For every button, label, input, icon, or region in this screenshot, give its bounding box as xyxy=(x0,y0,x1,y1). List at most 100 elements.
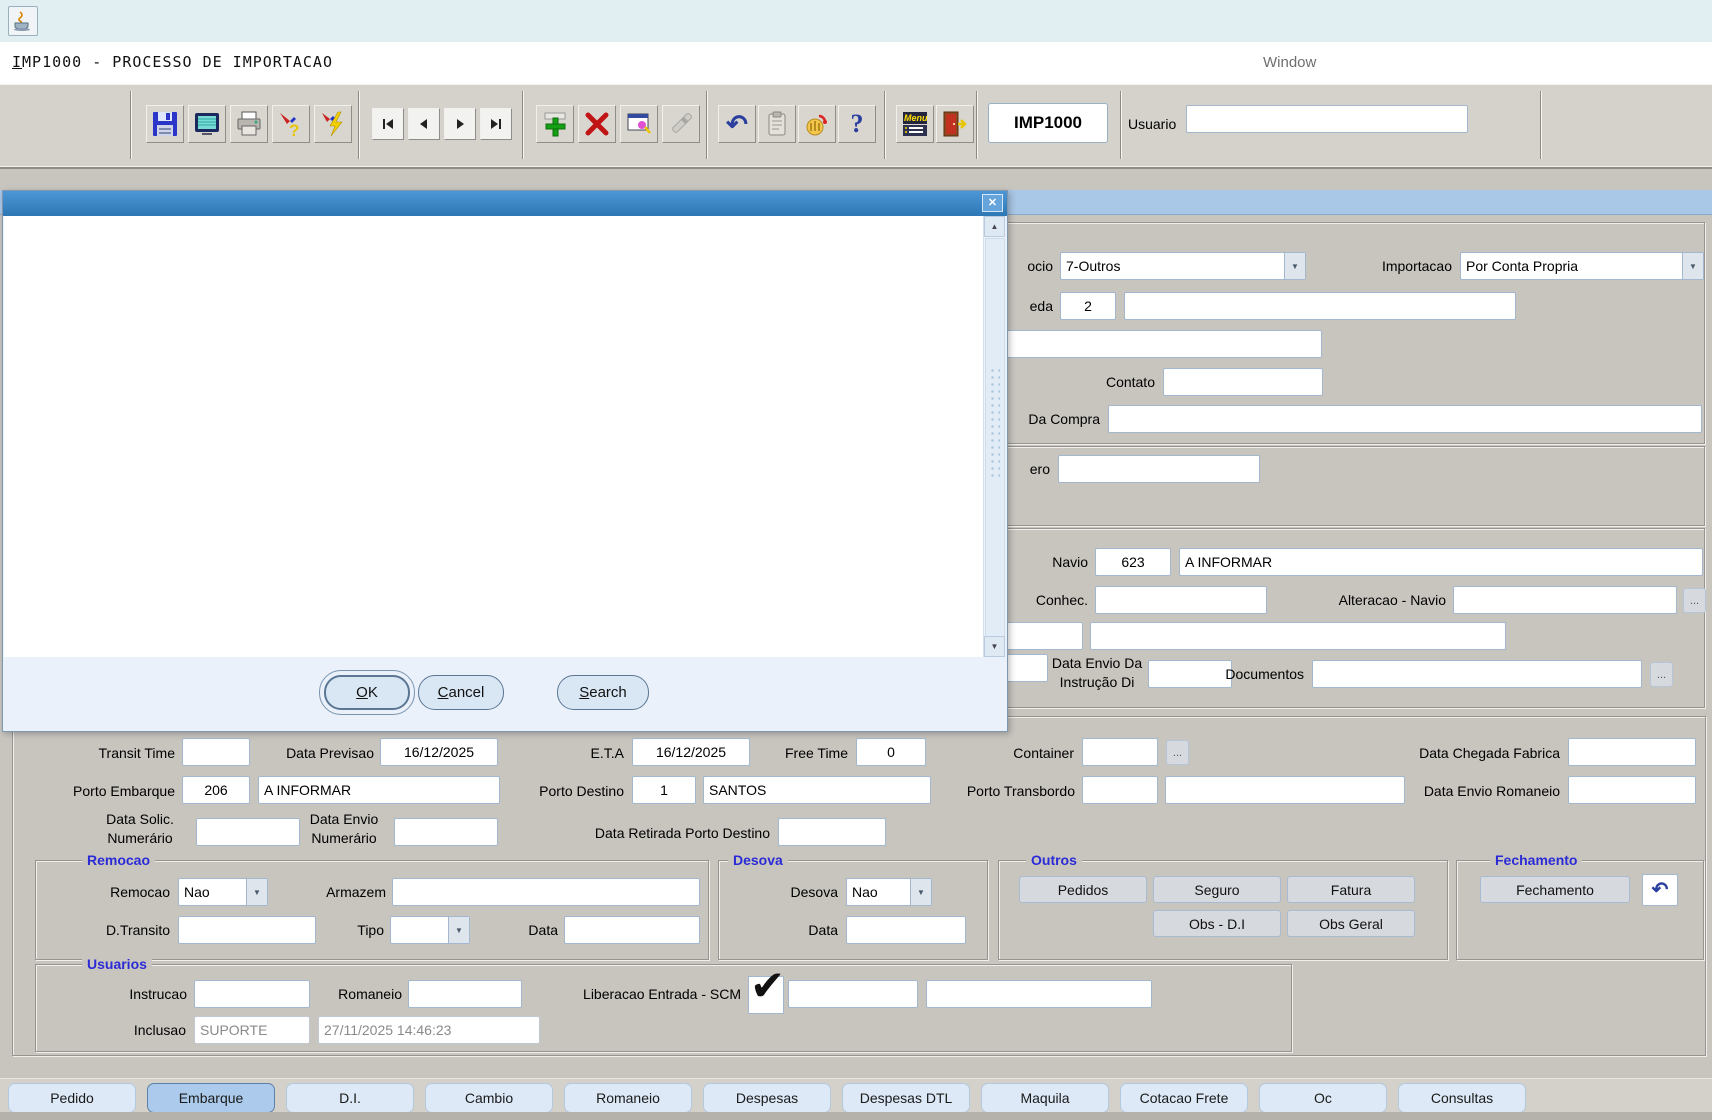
container-more-button[interactable]: ... xyxy=(1166,740,1189,765)
porto-embarque-code-input[interactable] xyxy=(182,776,250,804)
armazem-input[interactable] xyxy=(392,878,700,906)
numero-input[interactable] xyxy=(1058,455,1260,483)
porto-transbordo-code-input[interactable] xyxy=(1082,776,1158,804)
data-solic-numerario-input[interactable] xyxy=(196,818,300,846)
tab-despesas[interactable]: Despesas xyxy=(703,1083,831,1113)
tab-cambio[interactable]: Cambio xyxy=(425,1083,553,1113)
navio-code-input[interactable] xyxy=(1095,548,1171,576)
eta-input[interactable] xyxy=(632,738,750,766)
data-envio-numerario-input[interactable] xyxy=(394,818,498,846)
nav-prev-icon[interactable] xyxy=(408,108,440,140)
tab-oc[interactable]: Oc xyxy=(1259,1083,1387,1113)
contato-input[interactable] xyxy=(1163,368,1323,396)
help-icon[interactable]: ? xyxy=(838,105,876,143)
scrollbar-thumb[interactable] xyxy=(985,238,1005,637)
menu-icon[interactable]: Menu xyxy=(896,105,934,143)
scroll-up-icon[interactable]: ▲ xyxy=(984,216,1005,237)
dtransito-input[interactable] xyxy=(178,916,316,944)
remocao-select[interactable]: Nao xyxy=(178,878,268,906)
data-previsao-input[interactable] xyxy=(380,738,498,766)
execute-icon[interactable] xyxy=(314,105,352,143)
fatura-button[interactable]: Fatura xyxy=(1287,876,1415,903)
undo-icon[interactable]: ↶ xyxy=(718,105,756,143)
data-envio-romaneio-input[interactable] xyxy=(1568,776,1696,804)
obs-geral-button[interactable]: Obs Geral xyxy=(1287,910,1415,937)
porto-transbordo-name-input[interactable] xyxy=(1165,776,1405,804)
fechamento-button[interactable]: Fechamento xyxy=(1480,876,1630,903)
close-icon[interactable]: ✕ xyxy=(982,194,1003,212)
clipboard-icon[interactable] xyxy=(758,105,796,143)
liberacao-extra2-input[interactable] xyxy=(926,980,1152,1008)
moeda-code-input[interactable] xyxy=(1060,292,1116,320)
ok-button[interactable]: OK xyxy=(324,675,410,710)
navio-name-input[interactable] xyxy=(1179,548,1703,576)
query-icon[interactable] xyxy=(620,105,658,143)
porto-embarque-name-input[interactable] xyxy=(258,776,500,804)
screen-icon[interactable] xyxy=(188,105,226,143)
obs-di-button[interactable]: Obs - D.I xyxy=(1153,910,1281,937)
clear-icon[interactable] xyxy=(662,105,700,143)
menu-window[interactable]: Window xyxy=(1263,54,1316,71)
insert-record-icon[interactable] xyxy=(536,105,574,143)
tab-romaneio[interactable]: Romaneio xyxy=(564,1083,692,1113)
compra-input[interactable] xyxy=(1108,405,1702,433)
search-button[interactable]: Search xyxy=(557,675,649,710)
negocio-select[interactable]: 7-Outros xyxy=(1060,252,1306,280)
dialog-list-area[interactable]: ▲ ▼ xyxy=(4,216,1005,658)
exit-icon[interactable] xyxy=(936,105,974,143)
alteracao-navio-input[interactable] xyxy=(1453,586,1677,614)
pedidos-button[interactable]: Pedidos xyxy=(1019,876,1147,903)
desova-data-input[interactable] xyxy=(846,916,966,944)
porto-destino-name-input[interactable] xyxy=(703,776,931,804)
liberacao-checkbox[interactable] xyxy=(748,976,784,1014)
documentos-more-button[interactable]: ... xyxy=(1650,662,1673,687)
remocao-data-input[interactable] xyxy=(564,916,700,944)
dialog-titlebar[interactable]: ✕ xyxy=(3,191,1007,216)
container-input[interactable] xyxy=(1082,738,1158,766)
alteracao-navio-more-button[interactable]: ... xyxy=(1683,588,1706,613)
seguro-button[interactable]: Seguro xyxy=(1153,876,1281,903)
desova-select[interactable]: Nao xyxy=(846,878,932,906)
tipo-select[interactable] xyxy=(390,916,470,944)
chevron-down-icon[interactable] xyxy=(910,879,931,905)
moeda-desc-input[interactable] xyxy=(1124,292,1516,320)
dialog-scrollbar[interactable]: ▲ ▼ xyxy=(983,216,1005,657)
importacao-select[interactable]: Por Conta Propria xyxy=(1460,252,1704,280)
conhec-input[interactable] xyxy=(1095,586,1267,614)
cancel-button[interactable]: Cancel xyxy=(418,675,504,710)
extra-input[interactable] xyxy=(958,330,1322,358)
tab-maquila[interactable]: Maquila xyxy=(981,1083,1109,1113)
chevron-down-icon[interactable] xyxy=(448,917,469,943)
nav-last-icon[interactable] xyxy=(480,108,512,140)
edit-help-icon[interactable]: ? xyxy=(272,105,310,143)
tab-cotacao-frete[interactable]: Cotacao Frete xyxy=(1120,1083,1248,1113)
scroll-down-icon[interactable]: ▼ xyxy=(984,636,1005,657)
fechamento-undo-icon[interactable]: ↶ xyxy=(1642,874,1678,906)
delete-record-icon[interactable] xyxy=(578,105,616,143)
romaneio-input[interactable] xyxy=(408,980,522,1008)
instrucao-input[interactable] xyxy=(194,980,310,1008)
chevron-down-icon[interactable] xyxy=(246,879,267,905)
save-icon[interactable] xyxy=(146,105,184,143)
tab-despesas-dtl[interactable]: Despesas DTL xyxy=(842,1083,970,1113)
tab-di[interactable]: D.I. xyxy=(286,1083,414,1113)
data-retirada-input[interactable] xyxy=(778,818,886,846)
lock-record-icon[interactable] xyxy=(798,105,836,143)
chevron-down-icon[interactable] xyxy=(1682,253,1703,279)
tab-consultas[interactable]: Consultas xyxy=(1398,1083,1526,1113)
usuario-input[interactable] xyxy=(1186,105,1468,133)
conhec3-input[interactable] xyxy=(1090,622,1506,650)
data-chegada-fabrica-input[interactable] xyxy=(1568,738,1696,766)
documentos-input[interactable] xyxy=(1312,660,1642,688)
tab-pedido[interactable]: Pedido xyxy=(8,1083,136,1113)
porto-destino-code-input[interactable] xyxy=(632,776,696,804)
chevron-down-icon[interactable] xyxy=(1284,253,1305,279)
java-icon[interactable] xyxy=(8,6,38,36)
print-icon[interactable] xyxy=(230,105,268,143)
liberacao-extra1-input[interactable] xyxy=(788,980,918,1008)
free-time-input[interactable] xyxy=(856,738,926,766)
nav-first-icon[interactable] xyxy=(372,108,404,140)
tab-embarque[interactable]: Embarque xyxy=(147,1083,275,1113)
nav-next-icon[interactable] xyxy=(444,108,476,140)
transit-time-input[interactable] xyxy=(182,738,250,766)
